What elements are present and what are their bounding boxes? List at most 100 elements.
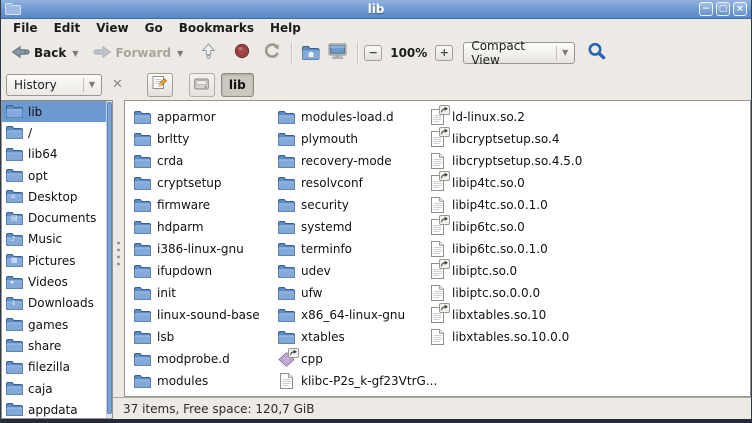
file-item[interactable]: libip4tc.so.0 <box>428 172 582 194</box>
file-name-label: brltty <box>157 132 189 146</box>
folder-icon <box>133 199 151 212</box>
sidebar-item--[interactable]: / <box>2 122 106 143</box>
menu-item-view[interactable]: View <box>88 19 136 37</box>
sidebar-item-caja[interactable]: caja <box>2 378 106 399</box>
forward-history-dropdown[interactable]: ▼ <box>175 49 185 58</box>
file-item[interactable]: libip6tc.so.0 <box>428 216 582 238</box>
file-item[interactable]: modules <box>133 370 260 392</box>
file-item[interactable]: systemd <box>277 216 437 238</box>
edit-pencil-icon <box>152 75 167 94</box>
back-button[interactable]: Back <box>7 41 70 66</box>
sidebar-item-documents[interactable]: ▤Documents <box>2 207 106 228</box>
file-item[interactable]: lsb <box>133 326 260 348</box>
maximize-button[interactable]: ▢ <box>716 2 730 16</box>
file-item[interactable]: x86_64-linux-gnu <box>277 304 437 326</box>
pane-splitter[interactable] <box>113 100 124 397</box>
menu-item-go[interactable]: Go <box>137 19 171 37</box>
search-icon <box>587 42 606 64</box>
toolbar-separator <box>291 42 292 64</box>
stop-button[interactable] <box>230 40 254 66</box>
file-item[interactable]: i386-linux-gnu <box>133 238 260 260</box>
file-name-label: firmware <box>157 198 210 212</box>
file-item[interactable]: libip4tc.so.0.1.0 <box>428 194 582 216</box>
file-name-label: libip6tc.so.0.1.0 <box>452 242 548 256</box>
home-button[interactable] <box>298 43 324 63</box>
file-item[interactable]: xtables <box>277 326 437 348</box>
file-item[interactable]: firmware <box>133 194 260 216</box>
edit-location-button[interactable] <box>147 73 173 97</box>
file-item[interactable]: klibc-P2s_k-gf23VtrG... <box>277 370 437 392</box>
file-item[interactable]: cryptsetup <box>133 172 260 194</box>
sidebar-item-desktop[interactable]: ⌂Desktop <box>2 186 106 207</box>
file-item[interactable]: apparmor <box>133 106 260 128</box>
file-item[interactable]: security <box>277 194 437 216</box>
forward-button[interactable]: Forward <box>89 41 176 66</box>
path-segment-lib[interactable]: lib <box>221 73 254 97</box>
file-item[interactable]: init <box>133 282 260 304</box>
view-mode-select[interactable]: Compact View ▼ <box>463 42 575 64</box>
file-item[interactable]: libip6tc.so.0.1.0 <box>428 238 582 260</box>
folder-icon <box>6 148 23 161</box>
menu-item-edit[interactable]: Edit <box>46 19 89 37</box>
minimize-button[interactable]: − <box>699 2 713 16</box>
file-item[interactable]: modprobe.d <box>133 348 260 370</box>
file-name-label: x86_64-linux-gnu <box>301 308 405 322</box>
sidebar-item-lib64[interactable]: lib64 <box>2 144 106 165</box>
file-view[interactable]: apparmor brltty crdacryptsetup firmware hdpa… <box>124 100 751 397</box>
file-item[interactable]: libxtables.so.10 <box>428 304 582 326</box>
menu-item-bookmarks[interactable]: Bookmarks <box>171 19 262 37</box>
file-item[interactable]: brltty <box>133 128 260 150</box>
search-button[interactable] <box>583 39 610 67</box>
back-history-dropdown[interactable]: ▼ <box>70 49 80 58</box>
zoom-in-button[interactable]: + <box>435 45 453 61</box>
file-item[interactable]: plymouth <box>277 128 437 150</box>
sidebar-item-games[interactable]: games <box>2 314 106 335</box>
file-item[interactable]: libiptc.so.0 <box>428 260 582 282</box>
file-item[interactable]: libcryptsetup.so.4 <box>428 128 582 150</box>
sidebar-item-lib[interactable]: lib <box>2 101 106 122</box>
file-item[interactable]: crda <box>133 150 260 172</box>
file-item[interactable]: ufw <box>277 282 437 304</box>
folder-icon <box>277 199 295 212</box>
refresh-button[interactable] <box>260 40 285 66</box>
file-item[interactable]: libiptc.so.0.0.0 <box>428 282 582 304</box>
sidebar-item-appdata[interactable]: appdata <box>2 399 106 418</box>
sidebar-item-label: appdata <box>28 403 78 417</box>
sidebar-item-videos[interactable]: ▸Videos <box>2 271 106 292</box>
folder-icon <box>6 126 23 139</box>
file-item[interactable]: recovery-mode <box>277 150 437 172</box>
sidebar-item-pictures[interactable]: ▦Pictures <box>2 250 106 271</box>
file-item[interactable]: ld-linux.so.2 <box>428 106 582 128</box>
zoom-out-button[interactable]: − <box>364 45 382 61</box>
side-pane-selector[interactable]: History ▼ <box>6 74 102 96</box>
sidebar-item-opt[interactable]: opt <box>2 165 106 186</box>
sidebar-item-share[interactable]: share <box>2 335 106 356</box>
file-name-label: libiptc.so.0 <box>452 264 517 278</box>
sidebar-item-downloads[interactable]: ↓Downloads <box>2 293 106 314</box>
close-button[interactable]: × <box>733 2 747 16</box>
file-item[interactable]: ifupdown <box>133 260 260 282</box>
file-item[interactable]: cpp <box>277 348 437 370</box>
file-item[interactable]: linux-sound-base <box>133 304 260 326</box>
menubar: FileEditViewGoBookmarksHelp <box>1 19 751 37</box>
file-item[interactable]: libxtables.so.10.0.0 <box>428 326 582 348</box>
sidebar-scrollbar[interactable] <box>106 101 112 418</box>
sidebar-item-filezilla[interactable]: filezilla <box>2 357 106 378</box>
file-item[interactable]: terminfo <box>277 238 437 260</box>
path-root-button[interactable] <box>189 73 215 97</box>
computer-button[interactable] <box>324 40 351 66</box>
file-item[interactable]: libcryptsetup.so.4.5.0 <box>428 150 582 172</box>
folder-icon: ▦ <box>6 254 23 267</box>
file-item[interactable]: modules-load.d <box>277 106 437 128</box>
close-side-pane-icon[interactable]: ✕ <box>108 77 127 92</box>
file-item[interactable]: resolvconf <box>277 172 437 194</box>
file-symlink-icon <box>428 219 446 235</box>
file-name-label: libxtables.so.10 <box>452 308 546 322</box>
menu-item-file[interactable]: File <box>5 19 46 37</box>
file-item[interactable]: hdparm <box>133 216 260 238</box>
menu-item-help[interactable]: Help <box>262 19 309 37</box>
sidebar-item-music[interactable]: ♪Music <box>2 229 106 250</box>
titlebar[interactable]: lib − ▢ × <box>1 0 751 19</box>
file-item[interactable]: udev <box>277 260 437 282</box>
up-button[interactable] <box>197 40 220 66</box>
